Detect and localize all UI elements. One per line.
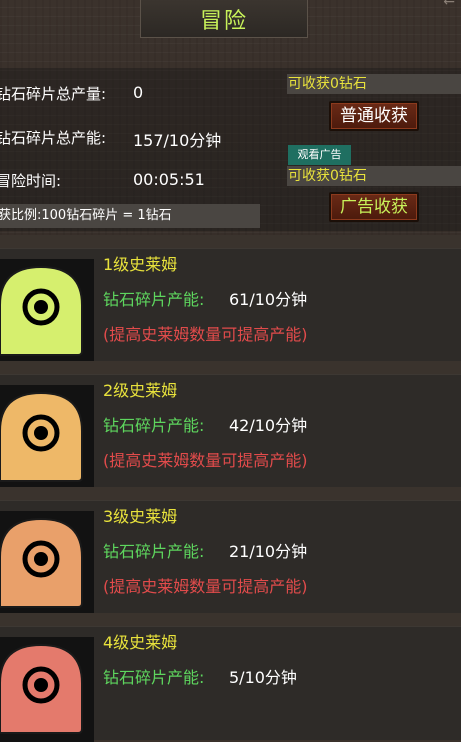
slime-level-title: 4级史莱姆 — [103, 633, 178, 652]
slime-level-title: 3级史莱姆 — [103, 507, 178, 526]
slime-icon — [0, 517, 83, 608]
ad-claim-available: 可收获0钻石 — [287, 166, 461, 186]
slime-rate-value: 5/10分钟 — [229, 668, 297, 687]
slime-card-2: 2级史莱姆 钻石碎片产能: 42/10分钟 (提高史莱姆数量可提高产能) — [0, 374, 461, 490]
total-rate-label: 钻石碎片总产能: — [0, 129, 107, 147]
page-title: 冒险 — [199, 8, 248, 34]
slime-hint: (提高史莱姆数量可提高产能) — [103, 451, 308, 470]
exchange-ratio: 获比例:100钻石碎片 = 1钻石 — [0, 204, 260, 228]
exchange-ratio-text: 获比例:100钻石碎片 = 1钻石 — [0, 208, 172, 223]
normal-claim-button[interactable]: 普通收获 — [329, 101, 419, 131]
slime-rate-label: 钻石碎片产能: — [103, 668, 205, 687]
ad-claim-button[interactable]: 广告收获 — [329, 192, 419, 222]
adventure-time-value: 00:05:51 — [133, 170, 205, 189]
slime-hint: (提高史莱姆数量可提高产能) — [103, 577, 308, 596]
adventure-time-label: 冒险时间: — [0, 172, 62, 190]
total-output-value: 0 — [133, 83, 144, 102]
slime-card-4: 4级史莱姆 钻石碎片产能: 5/10分钟 — [0, 626, 461, 742]
back-arrow-icon[interactable]: ← — [443, 0, 455, 10]
slime-level-title: 2级史莱姆 — [103, 381, 178, 400]
card-divider — [0, 361, 461, 375]
slime-icon — [0, 265, 83, 356]
slime-avatar — [0, 637, 94, 742]
total-output-label: 钻石碎片总产量: — [0, 85, 107, 103]
slime-avatar — [0, 511, 94, 616]
slime-level-title: 1级史莱姆 — [103, 255, 178, 274]
slime-rate-value: 42/10分钟 — [229, 416, 308, 435]
slime-rate-value: 61/10分钟 — [229, 290, 308, 309]
normal-claim-available: 可收获0钻石 — [287, 74, 461, 94]
slime-card-3: 3级史莱姆 钻石碎片产能: 21/10分钟 (提高史莱姆数量可提高产能) — [0, 500, 461, 616]
slime-card-1: 1级史莱姆 钻石碎片产能: 61/10分钟 (提高史莱姆数量可提高产能) — [0, 248, 461, 364]
slime-rate-label: 钻石碎片产能: — [103, 542, 205, 561]
total-rate-value: 157/10分钟 — [133, 131, 222, 150]
slime-rate-label: 钻石碎片产能: — [103, 290, 205, 309]
slime-icon — [0, 391, 83, 482]
slime-hint: (提高史莱姆数量可提高产能) — [103, 325, 308, 344]
slime-avatar — [0, 259, 94, 364]
title-banner: 冒险 — [140, 0, 308, 38]
card-divider — [0, 487, 461, 501]
card-divider — [0, 613, 461, 627]
slime-avatar — [0, 385, 94, 490]
slime-rate-value: 21/10分钟 — [229, 542, 308, 561]
watch-ad-tag: 观看广告 — [288, 145, 351, 165]
slime-rate-label: 钻石碎片产能: — [103, 416, 205, 435]
card-divider — [0, 235, 461, 249]
slime-icon — [0, 643, 83, 734]
